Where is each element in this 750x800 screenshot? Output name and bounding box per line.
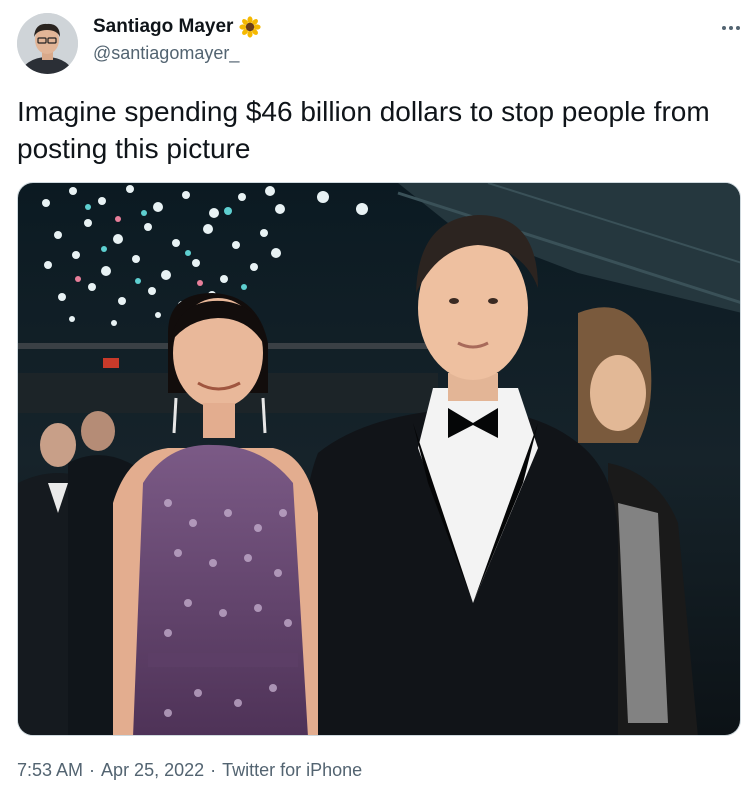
author-display-name[interactable]: Santiago Mayer — [93, 16, 233, 38]
tweet-source-link[interactable]: Twitter for iPhone — [222, 760, 362, 781]
more-options-button[interactable] — [716, 18, 746, 38]
meta-separator: · — [89, 760, 96, 780]
sunflower-icon — [239, 16, 262, 38]
author-handle[interactable]: @santiagomayer_ — [93, 43, 239, 64]
tweet-photo[interactable] — [17, 182, 741, 736]
author-name-row[interactable]: Santiago Mayer — [93, 16, 262, 38]
tweet-date-link[interactable]: Apr 25, 2022 — [101, 760, 204, 781]
dot-icon — [736, 26, 740, 30]
dot-icon — [729, 26, 733, 30]
photo-image — [18, 183, 740, 735]
dot-icon — [722, 26, 726, 30]
meta-separator: · — [210, 760, 217, 780]
avatar[interactable] — [17, 13, 78, 74]
tweet-text: Imagine spending $46 billion dollars to … — [17, 96, 710, 164]
avatar-image — [17, 13, 78, 74]
tweet-meta: 7:53 AM · Apr 25, 2022 · Twitter for iPh… — [17, 760, 362, 781]
tweet-time-link[interactable]: 7:53 AM — [17, 760, 83, 781]
